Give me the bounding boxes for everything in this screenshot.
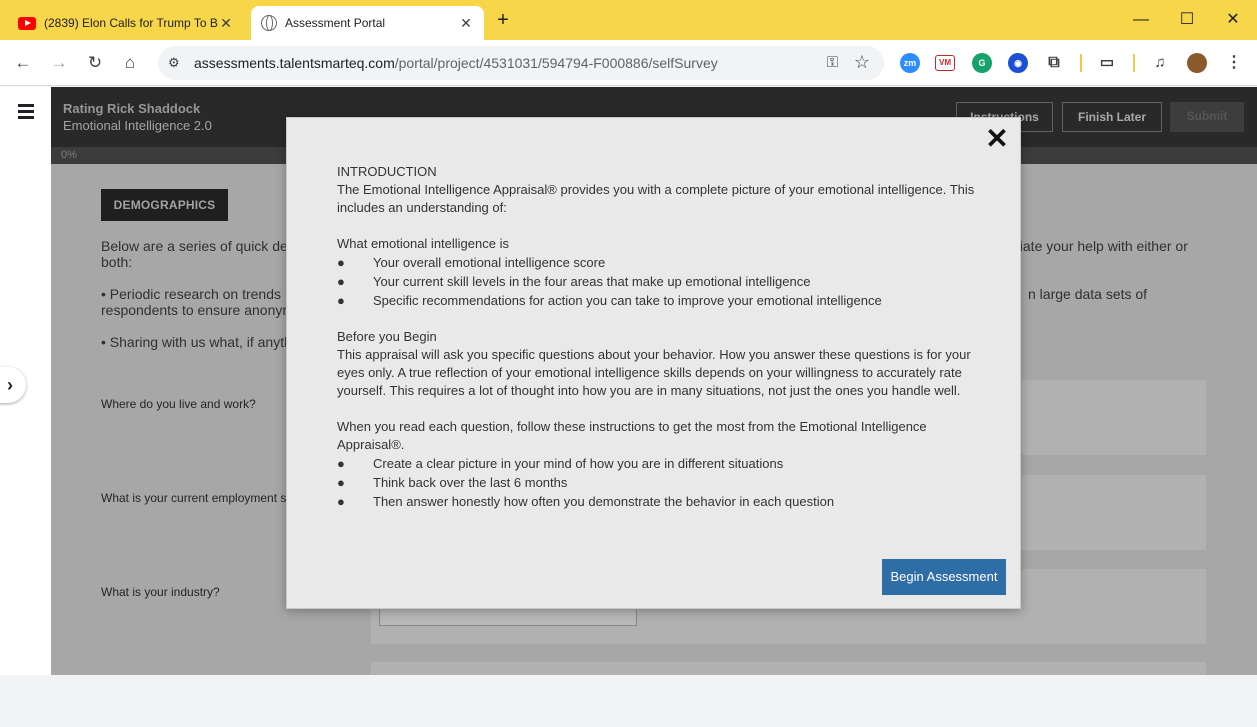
back-button[interactable]: ← — [10, 50, 36, 76]
tab-youtube[interactable]: (2839) Elon Calls for Trump To B ✕ — [8, 6, 244, 40]
tab-title: (2839) Elon Calls for Trump To B — [44, 16, 218, 30]
circle-extension-icon[interactable]: ◉ — [1008, 53, 1028, 73]
close-window-button[interactable]: ✕ — [1218, 8, 1248, 32]
zoom-extension-icon[interactable]: zm — [900, 53, 920, 73]
maximize-button[interactable]: ☐ — [1172, 8, 1202, 32]
youtube-icon — [18, 16, 36, 30]
close-icon[interactable]: ✕ — [984, 125, 1010, 153]
introduction-modal: ✕ INTRODUCTION The Emotional Intelligenc… — [286, 117, 1021, 609]
list-item: ● Create a clear picture in your mind of … — [337, 456, 784, 471]
url-text[interactable]: assessments.talentsmarteq.com/portal/pro… — [194, 55, 718, 71]
vm-extension-icon[interactable]: VM — [935, 55, 955, 71]
instructions-paragraph: When you read each question, follow thes… — [337, 419, 927, 452]
list-item: ● Specific recommendations for action you… — [337, 293, 882, 308]
toolbar-divider — [1080, 54, 1082, 72]
tab-assessment-portal[interactable]: Assessment Portal ✕ — [251, 6, 484, 40]
minimize-button[interactable]: — — [1126, 8, 1156, 32]
section-title-what: What emotional intelligence is — [337, 236, 509, 251]
intro-paragraph: The Emotional Intelligence Appraisal® pr… — [337, 182, 975, 215]
media-controls-icon[interactable]: ♫ — [1150, 53, 1170, 73]
toolbar-divider — [1133, 54, 1135, 72]
list-item: ● Then answer honestly how often you demo… — [337, 494, 835, 509]
address-bar[interactable]: ⚙ assessments.talentsmarteq.com/portal/p… — [158, 46, 884, 80]
section-title-before: Before you Begin — [337, 329, 437, 344]
bookmark-star-icon[interactable]: ☆ — [854, 52, 870, 73]
modal-body: INTRODUCTION The Emotional Intelligence … — [337, 163, 977, 511]
instructions-list: ● Create a clear picture in your mind of … — [337, 454, 977, 511]
extensions-puzzle-icon[interactable]: ⧉ — [1044, 53, 1064, 73]
reload-button[interactable]: ↻ — [82, 50, 108, 76]
browser-menu-icon[interactable]: ⋮ — [1224, 53, 1244, 73]
grammarly-extension-icon[interactable]: G — [972, 53, 992, 73]
window-bottom-area — [0, 675, 1257, 727]
modal-heading: INTRODUCTION — [337, 164, 437, 179]
tab-close-icon[interactable]: ✕ — [218, 15, 234, 31]
tab-title: Assessment Portal — [285, 16, 386, 30]
list-item: ● Think back over the last 6 months — [337, 475, 568, 490]
home-button[interactable]: ⌂ — [117, 50, 143, 76]
new-tab-button[interactable]: + — [492, 10, 514, 32]
forward-button[interactable]: → — [46, 50, 72, 76]
list-item: ● Your overall emotional intelligence sco… — [337, 255, 606, 270]
browser-tab-bar: (2839) Elon Calls for Trump To B ✕ Asses… — [0, 0, 1257, 40]
site-settings-icon[interactable]: ⚙ — [168, 55, 184, 71]
hamburger-menu-icon[interactable] — [10, 101, 42, 123]
tab-close-icon[interactable]: ✕ — [458, 15, 474, 31]
password-key-icon[interactable]: ⚿ — [827, 54, 838, 71]
begin-assessment-button[interactable]: Begin Assessment — [882, 559, 1006, 595]
list-item: ● Your current skill levels in the four a… — [337, 274, 811, 289]
what-list: ● Your overall emotional intelligence sco… — [337, 253, 977, 310]
profile-avatar[interactable] — [1187, 53, 1207, 73]
browser-toolbar: ← → ↻ ⌂ ⚙ assessments.talentsmarteq.com/… — [0, 40, 1257, 86]
tab-search-icon[interactable]: ▭ — [1097, 53, 1117, 73]
before-paragraph: This appraisal will ask you specific que… — [337, 347, 971, 398]
globe-icon — [261, 15, 277, 31]
